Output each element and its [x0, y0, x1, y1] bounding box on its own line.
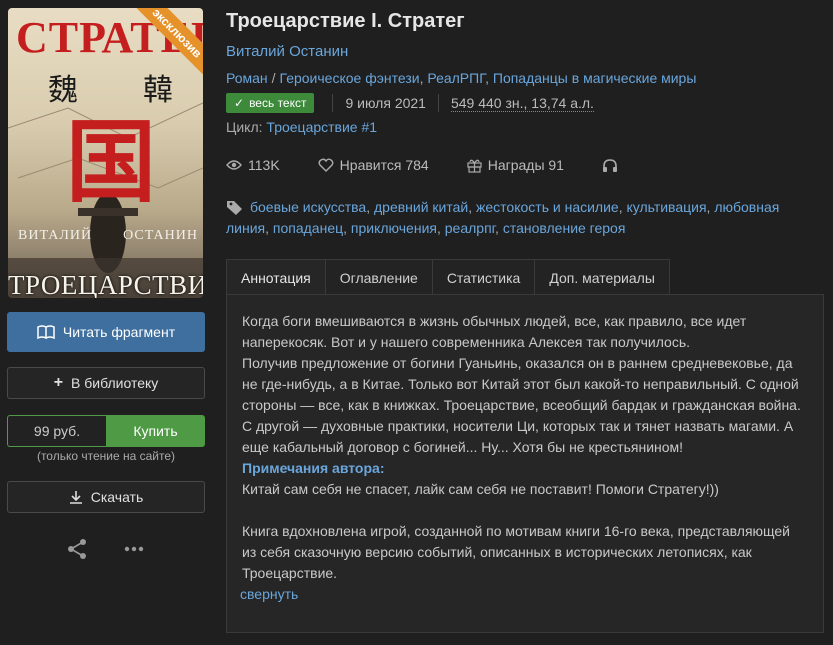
likes-count: Нравится 784 — [339, 157, 429, 173]
cycle: Цикл: Троецарствие #1 — [226, 119, 377, 135]
author-notes-text: Китай сам себя не спасет, лайк сам себя … — [242, 481, 719, 497]
buy-note: (только чтение на сайте) — [36, 449, 176, 463]
add-library-label: В библиотеку — [71, 375, 159, 391]
awards-count: Награды 91 — [487, 157, 564, 173]
buy-row: 99 руб. Купить — [7, 415, 205, 447]
tab-statistics[interactable]: Статистика — [431, 259, 536, 295]
headphones-icon — [602, 158, 617, 172]
share-row — [66, 538, 144, 560]
stats-row: 113K Нравится 784 Награды 91 — [226, 157, 656, 173]
awards-stat[interactable]: Награды 91 — [467, 157, 564, 173]
tag-link[interactable]: культивация — [626, 199, 706, 215]
cover-glyph-center: 国 — [66, 110, 156, 215]
views-stat: 113K — [226, 157, 280, 173]
publish-date: 9 июля 2021 — [345, 95, 426, 111]
annotation-paragraph: Книга вдохновлена игрой, созданной по мо… — [242, 523, 790, 581]
genre-link[interactable]: Попаданцы в магические миры — [493, 70, 697, 86]
add-to-library-button[interactable]: + В библиотеку — [7, 367, 205, 399]
book-title: Троецарствие I. Стратег — [226, 10, 465, 32]
price: 99 руб. — [7, 415, 106, 447]
heart-icon — [318, 158, 334, 172]
tag-link[interactable]: древний китай — [374, 199, 468, 215]
divider — [437, 94, 439, 112]
tag-comma: , — [343, 220, 351, 236]
tabs: Аннотация Оглавление Статистика Доп. мат… — [226, 259, 670, 295]
tags-icon — [227, 201, 242, 215]
genres: Роман / Героическое фэнтези, РеалРПГ, Попа… — [226, 70, 696, 86]
eye-icon — [226, 160, 242, 170]
cover-author-first: ВИТАЛИЙ — [18, 228, 93, 243]
author-link[interactable]: Виталий Останин — [226, 43, 348, 60]
tab-extra-materials[interactable]: Доп. материалы — [534, 259, 670, 295]
likes-stat[interactable]: Нравится 784 — [318, 157, 429, 173]
genre-link[interactable]: РеалРПГ — [427, 70, 485, 86]
tab-contents[interactable]: Оглавление — [324, 259, 433, 295]
cycle-link[interactable]: Троецарствие #1 — [266, 119, 377, 135]
tag-comma: , — [495, 220, 503, 236]
cover-author-last: ОСТАНИН — [123, 228, 198, 243]
genre-link[interactable]: Роман — [226, 70, 268, 86]
tag-link[interactable]: приключения — [351, 220, 437, 236]
genre-link[interactable]: Героическое фэнтези — [280, 70, 420, 86]
tab-annotation[interactable]: Аннотация — [226, 259, 326, 295]
tag-link[interactable]: становление героя — [503, 220, 626, 236]
annotation-paragraph: Получив предложение от богини Гуаньинь, … — [242, 355, 801, 455]
views-count: 113K — [248, 157, 280, 173]
download-button[interactable]: Скачать — [7, 481, 205, 513]
meta-row: ✓ весь текст 9 июля 2021 549 440 зн., 13… — [226, 93, 594, 113]
book-size: 549 440 зн., 13,74 а.л. — [450, 94, 594, 112]
genre-comma: , — [485, 70, 493, 86]
gift-icon — [467, 159, 482, 173]
share-icon[interactable] — [66, 538, 88, 560]
full-text-badge: ✓ весь текст — [226, 93, 315, 113]
tag-comma: , — [436, 220, 445, 236]
author-notes-title: Примечания автора: — [242, 460, 385, 476]
read-fragment-button[interactable]: Читать фрагмент — [7, 312, 205, 352]
cover-glyphs: 魏 韓 国 — [48, 73, 173, 215]
annotation-paragraph: Когда боги вмешиваются в жизнь обычных л… — [242, 313, 747, 350]
cover-glyph-left: 魏 — [48, 73, 78, 108]
tag-link[interactable]: боевые искусства — [250, 199, 366, 215]
genre-separator: / — [271, 70, 276, 86]
download-icon — [69, 491, 82, 504]
cover-author: ВИТАЛИЙ ОСТАНИН — [18, 228, 198, 244]
check-icon: ✓ — [234, 96, 245, 110]
annotation-panel: Когда боги вмешиваются в жизнь обычных л… — [226, 294, 824, 633]
cover-glyph-right: 韓 — [143, 73, 173, 108]
tag-comma: , — [468, 199, 477, 215]
buy-button[interactable]: Купить — [106, 415, 205, 447]
tags: боевые искусства, древний китай, жестоко… — [226, 197, 786, 239]
tag-comma: , — [366, 199, 374, 215]
book-cover[interactable]: СТРАТЕГ 魏 韓 国 ВИТАЛИЙ ОСТАНИН ТРОЕЦАРСТВ… — [8, 8, 203, 298]
plus-icon: + — [53, 374, 64, 391]
read-fragment-label: Читать фрагмент — [62, 324, 176, 340]
tag-link[interactable]: реалрпг — [445, 220, 495, 236]
tag-link[interactable]: попаданец — [273, 220, 343, 236]
full-text-label: весь текст — [249, 96, 307, 110]
tag-link[interactable]: жестокость и насилие — [476, 199, 619, 215]
divider — [332, 94, 334, 112]
cover-title-bottom: ТРОЕЦАРСТВИЕ — [8, 270, 203, 298]
collapse-link[interactable]: свернуть — [240, 584, 298, 605]
cycle-label: Цикл: — [226, 119, 263, 135]
audio-stat[interactable] — [602, 158, 618, 173]
download-label: Скачать — [90, 489, 144, 505]
tag-comma: , — [265, 220, 273, 236]
book-icon — [37, 325, 55, 339]
more-icon[interactable] — [124, 546, 144, 552]
